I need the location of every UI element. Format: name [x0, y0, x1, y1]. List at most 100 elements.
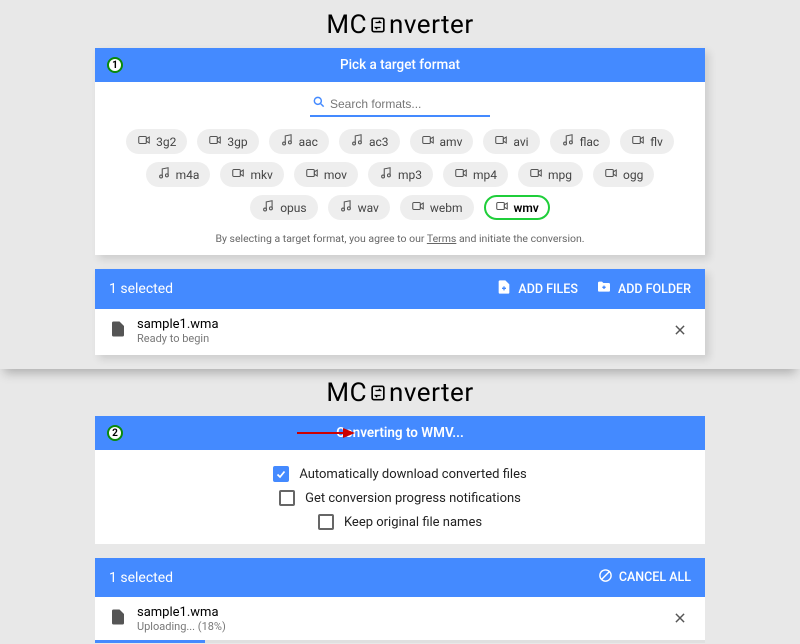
app-title-row-2: MC nverter: [95, 370, 705, 416]
step1-badge: 1: [107, 57, 123, 73]
format-chip-3g2[interactable]: 3g2: [126, 129, 187, 154]
remove-file-button-2[interactable]: [669, 608, 691, 630]
option-keep-names[interactable]: Keep original file names: [318, 514, 482, 530]
format-chip-label: webm: [430, 201, 463, 215]
format-chip-label: amv: [440, 135, 463, 149]
file-status-1: Ready to begin: [137, 332, 219, 345]
remove-file-button-1[interactable]: [669, 320, 691, 342]
video-icon: [495, 199, 509, 216]
option-auto-download[interactable]: Automatically download converted files: [273, 466, 526, 482]
add-folder-button[interactable]: ADD FOLDER: [596, 279, 691, 299]
selected-bar-1: 1 selected ADD FILES ADD FOLDER: [95, 269, 705, 309]
video-icon: [454, 166, 468, 183]
format-chip-label: mp4: [473, 168, 497, 182]
video-icon: [137, 133, 151, 150]
add-folder-icon: [596, 279, 612, 299]
video-icon: [305, 166, 319, 183]
app-title-row: MC nverter: [95, 2, 705, 48]
format-chip-mpg[interactable]: mpg: [518, 162, 583, 187]
format-chip-ac3[interactable]: ac3: [339, 129, 400, 154]
format-chip-mkv[interactable]: mkv: [220, 162, 283, 187]
video-icon: [421, 133, 435, 150]
file-status-2: Uploading... (18%): [137, 620, 226, 633]
format-chip-label: mov: [324, 168, 347, 182]
search-input[interactable]: [330, 97, 488, 111]
format-chip-label: mkv: [250, 168, 272, 182]
format-chip-label: 3g2: [156, 135, 176, 149]
video-icon: [494, 133, 508, 150]
swap-icon: [368, 383, 388, 403]
cancel-icon: [598, 568, 613, 587]
step1-body: 3g2 3gp aac ac3 amv avi flac flv m4a mkv mov mp3 mp4…: [95, 82, 705, 255]
checkbox-empty-icon: [279, 490, 295, 506]
format-chip-ogg[interactable]: ogg: [593, 162, 654, 187]
selected-bar-2: 1 selected CANCEL ALL: [95, 558, 705, 597]
option-notifications[interactable]: Get conversion progress notifications: [279, 490, 521, 506]
checkbox-checked-icon: [273, 466, 289, 482]
format-chip-label: avi: [513, 135, 528, 149]
title-pre-2: MC: [326, 378, 367, 408]
checkbox-empty-icon: [318, 514, 334, 530]
format-chip-webm[interactable]: webm: [400, 195, 474, 220]
format-chip-label: ac3: [369, 135, 389, 149]
video-icon: [208, 133, 222, 150]
arrow-annotation-icon: [295, 425, 355, 441]
add-files-label: ADD FILES: [518, 282, 578, 297]
format-chip-label: mp3: [398, 168, 422, 182]
file-name-2: sample1.wma: [137, 605, 226, 620]
format-chip-flv[interactable]: flv: [620, 129, 674, 154]
selected-count-1: 1 selected: [109, 281, 173, 297]
music-note-icon: [350, 133, 364, 150]
search-input-wrap[interactable]: [310, 94, 490, 117]
swap-icon: [368, 15, 388, 35]
music-note-icon: [280, 133, 294, 150]
format-chip-mp4[interactable]: mp4: [443, 162, 508, 187]
format-chip-mov[interactable]: mov: [294, 162, 358, 187]
format-chip-amv[interactable]: amv: [410, 129, 474, 154]
add-folder-label: ADD FOLDER: [618, 282, 691, 297]
terms-link[interactable]: Terms: [427, 232, 457, 245]
format-chip-mp3[interactable]: mp3: [368, 162, 433, 187]
format-chip-label: aac: [299, 135, 318, 149]
upload-progress: [95, 640, 705, 643]
format-chip-m4a[interactable]: m4a: [146, 162, 211, 187]
selected-count-2: 1 selected: [109, 570, 173, 586]
format-chip-flac[interactable]: flac: [550, 129, 611, 154]
music-note-icon: [561, 133, 575, 150]
file-row-1: sample1.wma Ready to begin: [95, 309, 705, 355]
format-chip-wmv[interactable]: wmv: [484, 195, 550, 220]
format-chip-label: ogg: [623, 168, 643, 182]
terms-pre: By selecting a target format, you agree …: [215, 232, 426, 245]
step2-header: 2 Converting to WMV...: [95, 416, 705, 450]
title-post: nverter: [389, 10, 474, 40]
format-chip-wav[interactable]: wav: [328, 195, 390, 220]
cancel-all-button[interactable]: CANCEL ALL: [598, 568, 691, 587]
option-keep-label: Keep original file names: [344, 515, 482, 530]
music-note-icon: [157, 166, 171, 183]
format-chip-3gp[interactable]: 3gp: [197, 129, 258, 154]
format-chip-label: m4a: [176, 168, 200, 182]
format-chip-label: 3gp: [227, 135, 247, 149]
option-auto-label: Automatically download converted files: [299, 467, 526, 482]
close-icon: [673, 322, 687, 341]
format-chip-avi[interactable]: avi: [483, 129, 539, 154]
music-note-icon: [379, 166, 393, 183]
video-icon: [604, 166, 618, 183]
format-chip-label: flac: [580, 135, 600, 149]
app-title: MC nverter: [326, 10, 473, 40]
add-files-button[interactable]: ADD FILES: [496, 279, 578, 299]
step1-header: 1 Pick a target format: [95, 48, 705, 82]
terms-post: and initiate the conversion.: [456, 232, 584, 245]
file-icon: [109, 608, 127, 630]
option-notify-label: Get conversion progress notifications: [305, 491, 521, 506]
format-chip-opus[interactable]: opus: [250, 195, 317, 220]
video-icon: [631, 133, 645, 150]
step1-card: 1 Pick a target format 3g2 3gp aac ac3 amv av…: [95, 48, 705, 255]
format-chip-label: wav: [358, 201, 379, 215]
cancel-all-label: CANCEL ALL: [619, 570, 691, 585]
format-chip-list: 3g2 3gp aac ac3 amv avi flac flv m4a mkv mov mp3 mp4…: [117, 129, 683, 220]
step2-files-card: 1 selected CANCEL ALL sample1.wma Upload…: [95, 558, 705, 643]
step2-card: 2 Converting to WMV... Automatically dow…: [95, 416, 705, 544]
video-icon: [529, 166, 543, 183]
format-chip-aac[interactable]: aac: [269, 129, 329, 154]
